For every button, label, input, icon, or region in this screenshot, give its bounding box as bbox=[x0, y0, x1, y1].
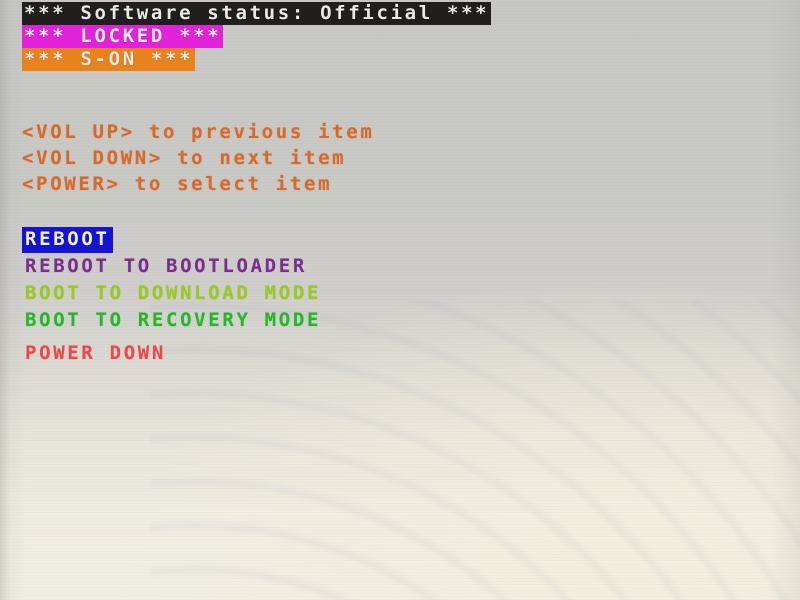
status-bar-lock-state: *** LOCKED *** bbox=[22, 25, 224, 48]
menu-item-reboot[interactable]: REBOOT bbox=[22, 227, 113, 253]
hint-power: <POWER> to select item bbox=[22, 173, 333, 195]
hint-vol-down: <VOL DOWN> to next item bbox=[22, 147, 347, 169]
status-bar-software-status: *** Software status: Official *** bbox=[22, 2, 492, 25]
menu-item-reboot-to-bootloader[interactable]: REBOOT TO BOOTLOADER bbox=[22, 254, 310, 280]
menu-item-boot-to-download-mode[interactable]: BOOT TO DOWNLOAD MODE bbox=[22, 281, 324, 307]
status-bar-security-state: *** S-ON *** bbox=[22, 48, 196, 71]
menu-item-boot-to-recovery-mode[interactable]: BOOT TO RECOVERY MODE bbox=[22, 308, 324, 334]
menu-item-power-down[interactable]: POWER DOWN bbox=[22, 341, 169, 367]
bootloader-content: *** Software status: Official *** *** LO… bbox=[0, 0, 800, 600]
hint-vol-up: <VOL UP> to previous item bbox=[22, 121, 375, 143]
bootloader-screen: *** Software status: Official *** *** LO… bbox=[0, 0, 800, 600]
